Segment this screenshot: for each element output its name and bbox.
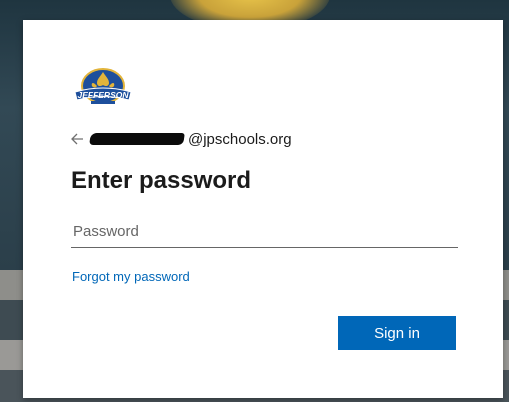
- logo-wordmark: JEFFERSON: [77, 90, 129, 100]
- login-card: JEFFERSON @jpschools.org Enter password …: [23, 20, 503, 398]
- redacted-email-username: [89, 133, 185, 145]
- password-input[interactable]: [71, 215, 458, 248]
- back-arrow-icon[interactable]: [70, 132, 84, 146]
- jefferson-logo: JEFFERSON: [74, 68, 132, 104]
- account-identity: @jpschools.org: [70, 128, 292, 150]
- page-title: Enter password: [71, 167, 252, 194]
- email-domain-text: @jpschools.org: [188, 130, 292, 148]
- forgot-password-link[interactable]: Forgot my password: [72, 269, 190, 284]
- sign-in-button[interactable]: Sign in: [338, 316, 456, 350]
